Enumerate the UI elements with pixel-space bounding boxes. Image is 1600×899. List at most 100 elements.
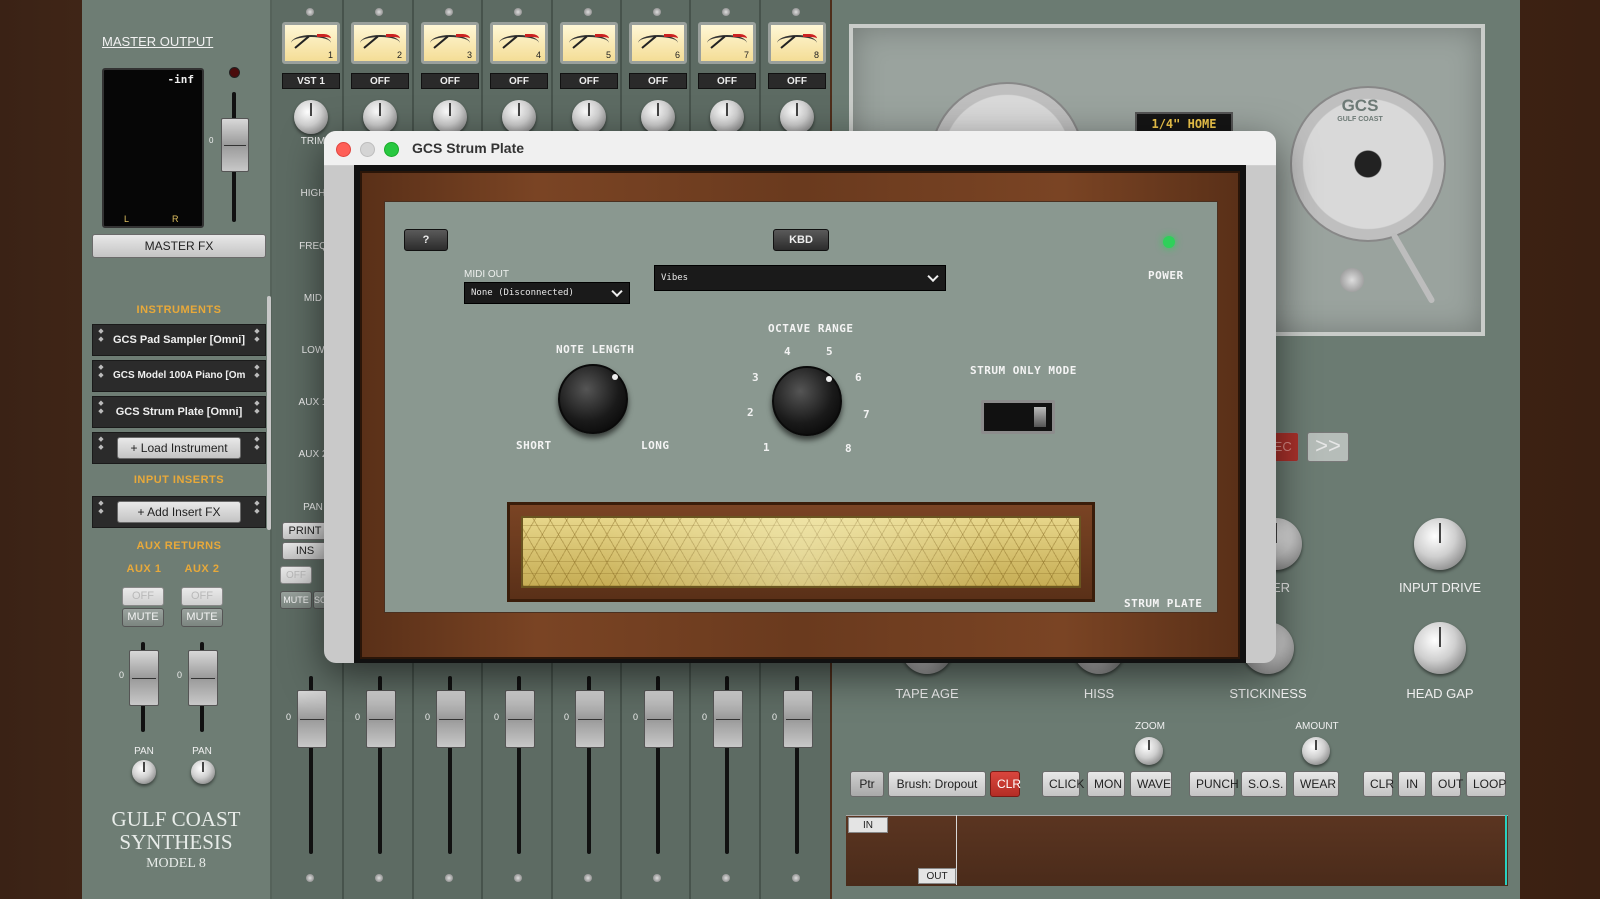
input-drive-knob[interactable]: [1414, 518, 1466, 570]
channel-input-select[interactable]: OFF: [421, 73, 479, 89]
strum-only-mode-label: STRUM ONLY MODE: [970, 364, 1077, 377]
trim-knob[interactable]: [710, 100, 744, 134]
keyboard-button[interactable]: KBD: [773, 229, 829, 251]
trim-knob[interactable]: [572, 100, 606, 134]
channel-input-select[interactable]: OFF: [698, 73, 756, 89]
slot-up-down-icon[interactable]: ◆ ◆: [96, 400, 106, 416]
strum-plate-pad[interactable]: [521, 516, 1081, 588]
channel-input-select[interactable]: OFF: [560, 73, 618, 89]
aux2-pan-knob[interactable]: [191, 760, 215, 784]
vu-red-mark: [733, 34, 747, 43]
screw-icon: [722, 874, 730, 882]
zoom-knob[interactable]: [1135, 737, 1163, 765]
channel-fader[interactable]: [297, 690, 327, 748]
trim-knob[interactable]: [363, 100, 397, 134]
instrument-slot-3[interactable]: ◆ ◆ GCS Strum Plate [Omni] ◆ ◆: [92, 396, 266, 428]
master-fader[interactable]: [221, 118, 249, 172]
vu-meter: 1: [282, 22, 340, 64]
slot-up-down-icon: ◆ ◆: [254, 500, 260, 515]
screw-icon: [306, 874, 314, 882]
trim-knob[interactable]: [780, 100, 814, 134]
aux1-fader[interactable]: [129, 650, 159, 706]
channel-input-select[interactable]: OFF: [490, 73, 548, 89]
long-label: LONG: [641, 439, 670, 452]
slot-up-down-icon[interactable]: ◆ ◆: [252, 364, 262, 380]
brand-model: MODEL 8: [146, 856, 206, 871]
aux2-mute-button[interactable]: MUTE: [181, 608, 223, 627]
channel-fader[interactable]: [436, 690, 466, 748]
trim-knob[interactable]: [433, 100, 467, 134]
timeline-playhead[interactable]: [956, 815, 957, 885]
trim-knob[interactable]: [502, 100, 536, 134]
ch1-off-button[interactable]: OFF: [280, 566, 312, 584]
fast-forward-button[interactable]: >>: [1307, 432, 1349, 462]
punch-button[interactable]: PUNCH: [1189, 771, 1239, 797]
clip-led: [229, 67, 240, 78]
ch1-mute-button[interactable]: MUTE: [280, 591, 312, 609]
instrument-slot-1[interactable]: ◆ ◆ GCS Pad Sampler [Omni] ◆ ◆: [92, 324, 266, 356]
channel-input-select[interactable]: VST 1: [282, 73, 340, 89]
channel-fader[interactable]: [713, 690, 743, 748]
master-fx-button[interactable]: MASTER FX: [92, 234, 266, 258]
timeline-in-marker[interactable]: IN: [848, 817, 888, 833]
vu-meter: 6: [629, 22, 687, 64]
channel-fader[interactable]: [783, 690, 813, 748]
amount-knob[interactable]: [1302, 737, 1330, 765]
trim-knob[interactable]: [641, 100, 675, 134]
aux1-pan-knob[interactable]: [132, 760, 156, 784]
load-instrument-button[interactable]: + Load Instrument: [117, 437, 241, 459]
brand-line-1: GULF COAST: [111, 807, 241, 831]
click-button[interactable]: CLICK: [1042, 771, 1084, 797]
print-button[interactable]: PRINT: [282, 522, 328, 540]
wave-button[interactable]: WAVE: [1130, 771, 1172, 797]
timeline-out-marker[interactable]: OUT: [918, 868, 956, 884]
sos-button[interactable]: S.O.S.: [1241, 771, 1287, 797]
pointer-tool-button[interactable]: Ptr: [850, 771, 884, 797]
aux1-off-button[interactable]: OFF: [122, 587, 164, 606]
channel-fader[interactable]: [575, 690, 605, 748]
loop-button[interactable]: LOOP: [1466, 771, 1506, 797]
slot-up-down-icon[interactable]: ◆ ◆: [96, 364, 106, 380]
slot-up-down-icon[interactable]: ◆ ◆: [252, 400, 262, 416]
plugin-titlebar[interactable]: GCS Strum Plate: [324, 131, 1276, 166]
octave-tick-3: 3: [752, 371, 759, 384]
instrument-name: GCS Strum Plate [Omni]: [115, 406, 243, 418]
help-button[interactable]: ?: [404, 229, 448, 251]
aux1-mute-button[interactable]: MUTE: [122, 608, 164, 627]
vu-meter: 2: [351, 22, 409, 64]
channel-input-select[interactable]: OFF: [629, 73, 687, 89]
minimize-window-icon[interactable]: [360, 142, 375, 157]
note-length-knob[interactable]: [558, 364, 628, 434]
channel-input-select[interactable]: OFF: [351, 73, 409, 89]
ins-button[interactable]: INS: [282, 542, 328, 560]
screw-icon: [375, 8, 383, 16]
monitor-button[interactable]: MON: [1087, 771, 1125, 797]
head-gap-knob[interactable]: [1414, 622, 1466, 674]
channel-fader[interactable]: [505, 690, 535, 748]
instrument-slot-2[interactable]: ◆ ◆ GCS Model 100A Piano [Omni] ◆ ◆: [92, 360, 266, 392]
midi-out-dropdown[interactable]: None (Disconnected): [464, 282, 630, 304]
aux2-fader[interactable]: [188, 650, 218, 706]
clear-brush-button[interactable]: CLR: [990, 771, 1021, 797]
channel-fader[interactable]: [366, 690, 396, 748]
midi-out-value: None (Disconnected): [471, 288, 574, 298]
in-point-button[interactable]: IN: [1398, 771, 1426, 797]
wear-button[interactable]: WEAR: [1293, 771, 1339, 797]
strum-only-mode-switch[interactable]: [981, 400, 1055, 434]
octave-range-knob[interactable]: [772, 366, 842, 436]
aux2-off-button[interactable]: OFF: [181, 587, 223, 606]
brush-dropout-button[interactable]: Brush: Dropout: [888, 771, 986, 797]
slot-up-down-icon[interactable]: ◆ ◆: [252, 328, 262, 344]
channel-input-select[interactable]: OFF: [768, 73, 826, 89]
close-window-icon[interactable]: [336, 142, 351, 157]
out-point-button[interactable]: OUT: [1431, 771, 1463, 797]
instruments-scrollbar[interactable]: [267, 296, 271, 530]
preset-dropdown[interactable]: Vibes: [654, 265, 946, 291]
channel-fader[interactable]: [644, 690, 674, 748]
trim-knob[interactable]: [294, 100, 328, 134]
clear-button[interactable]: CLR: [1363, 771, 1394, 797]
add-insert-fx-button[interactable]: + Add Insert FX: [117, 501, 241, 523]
master-output-title: MASTER OUTPUT: [102, 34, 214, 49]
zoom-window-icon[interactable]: [384, 142, 399, 157]
slot-up-down-icon[interactable]: ◆ ◆: [96, 328, 106, 344]
